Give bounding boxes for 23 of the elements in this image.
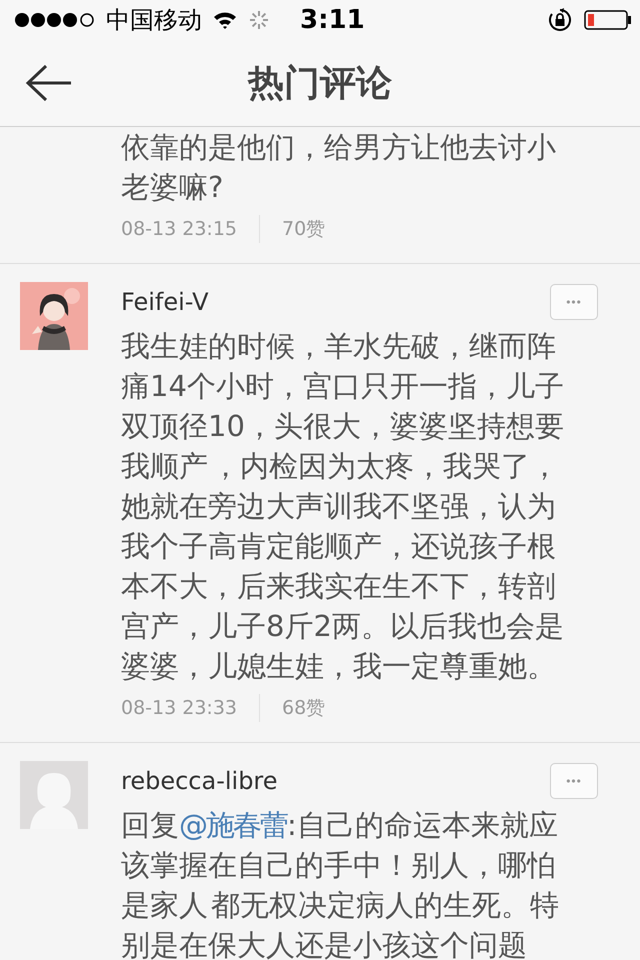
carrier-name: 中国移动 <box>106 5 202 36</box>
status-time: 3:11 <box>300 5 365 35</box>
user-name[interactable]: rebecca-libre <box>121 767 278 795</box>
mention-link[interactable]: @施春蕾 <box>179 808 287 842</box>
avatar-icon <box>20 761 88 829</box>
comment-text: 依靠的是他们，给男方让他去讨小老婆嘛? <box>121 129 557 206</box>
comment-text: 我生娃的时候，羊水先破，继而阵痛14个小时，宫口只开一指，儿子双顶径10，头很大，婆婆坚持想要我顺产 ，内检因为太疼，我哭了，她就在旁边大声训我不坚强，认为我个子高肯定能顺产，还说孩子根本不大，后来我实在生不下，转剖宫产，儿子8斤2两。以后我也会是婆婆，儿媳生娃，我一定尊重她。 <box>121 328 565 685</box>
comment-time: 08-13 23:33 <box>121 697 238 719</box>
signal-icon <box>14 12 96 28</box>
comment-text: 回复@施春蕾:自己的命运本来就应该掌握在自己的手中！别人，哪怕是家人 都无权决定病人的生死。特别是在保大人还是小孩这个问题 <box>121 807 560 960</box>
more-button[interactable]: ••• <box>550 763 598 799</box>
battery-icon <box>584 10 632 30</box>
more-button[interactable]: ••• <box>550 284 598 320</box>
spinner-icon <box>248 9 270 31</box>
like-count[interactable]: 68赞 <box>282 695 326 721</box>
page-title: 热门评论 <box>248 62 392 106</box>
comment-time: 08-13 23:15 <box>121 218 238 240</box>
rotation-lock-icon <box>548 8 572 32</box>
back-button[interactable] <box>24 63 74 103</box>
wifi-icon <box>212 10 238 30</box>
back-arrow-icon <box>24 63 74 103</box>
like-count[interactable]: 70赞 <box>282 216 326 242</box>
user-name[interactable]: Feifei-V <box>121 288 208 316</box>
